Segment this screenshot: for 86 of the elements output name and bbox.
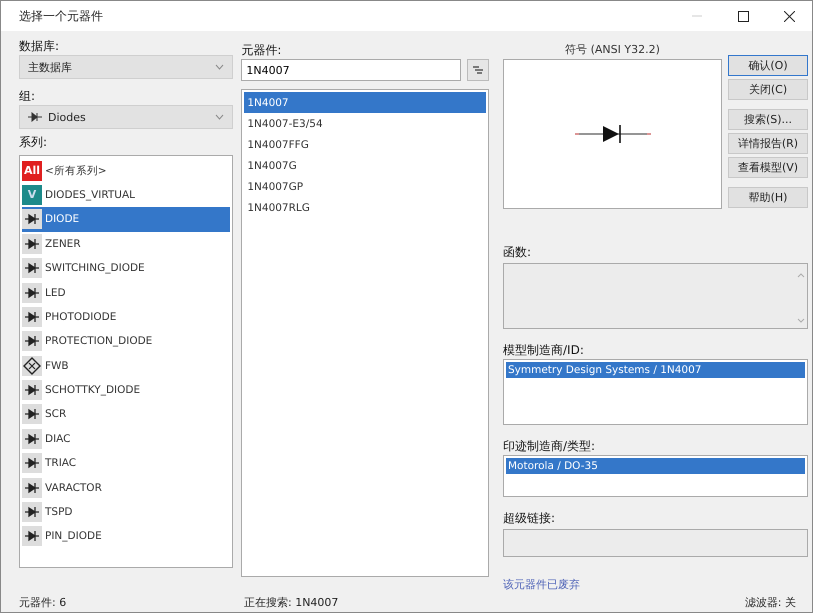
series-item[interactable]: SCR: [22, 402, 230, 427]
series-label: PIN_DIODE: [45, 530, 102, 542]
diode-icon: [22, 306, 42, 327]
series-label: ZENER: [45, 238, 81, 250]
series-item[interactable]: TSPD: [22, 500, 230, 524]
series-item[interactable]: DIODE: [22, 207, 230, 232]
component-item[interactable]: 1N4007GP: [244, 176, 486, 198]
series-item[interactable]: FWB: [22, 353, 230, 378]
series-label: TSPD: [45, 506, 72, 518]
series-label: PHOTODIODE: [45, 310, 116, 323]
database-dropdown[interactable]: 主数据库: [19, 55, 234, 80]
series-label: TRIAC: [45, 457, 76, 470]
dialog-button[interactable]: 详情报告(R): [728, 133, 808, 154]
group-dropdown[interactable]: Diodes: [19, 105, 234, 130]
component-search-field[interactable]: 1N4007: [241, 59, 461, 82]
obsolete-link[interactable]: 该元器件已废弃: [503, 577, 808, 592]
diode-icon: [22, 331, 42, 352]
filter-button[interactable]: [467, 59, 489, 82]
symbol-label: 符号 (ANSI Y32.2): [564, 42, 661, 58]
series-label: DIAC: [45, 432, 71, 445]
model-manufacturer-label: 模型制造商/ID:: [503, 342, 585, 360]
maximize-icon: [738, 10, 748, 22]
dialog-button[interactable]: 搜索(S)...: [728, 109, 808, 130]
model-manufacturer-item[interactable]: Symmetry Design Systems / 1N4007: [506, 362, 805, 378]
dialog-button[interactable]: 查看模型(V): [728, 157, 808, 178]
series-item[interactable]: V DIODES_VIRTUAL: [22, 182, 230, 208]
series-item[interactable]: SWITCHING_DIODE: [22, 256, 230, 280]
function-label: 函数:: [503, 244, 532, 262]
component-count: 元器件: 6: [19, 594, 68, 610]
series-item[interactable]: LED: [22, 280, 230, 305]
dialog-button[interactable]: 确认(O): [728, 55, 808, 76]
component-item[interactable]: 1N4007-E3/54: [244, 113, 486, 134]
dialog-button[interactable]: 帮助(H): [728, 187, 808, 208]
window-title: 选择一个元器件: [19, 8, 104, 25]
series-badge: All: [22, 160, 42, 181]
filter-icon: [472, 65, 484, 76]
series-item[interactable]: SCHOTTKY_DIODE: [22, 378, 230, 402]
series-label: SCR: [45, 408, 66, 420]
group-label: 组:: [19, 88, 36, 106]
series-label: DIODE: [45, 213, 80, 226]
database-label: 数据库:: [19, 38, 60, 56]
minimize-icon: [692, 15, 702, 18]
diode-icon: [22, 478, 42, 498]
series-item[interactable]: All <所有系列>: [22, 158, 230, 183]
dialog-button[interactable]: 关闭(C): [728, 79, 808, 100]
series-label: LED: [45, 286, 66, 298]
series-item[interactable]: TRIAC: [22, 451, 230, 476]
series-label: FWB: [45, 360, 69, 372]
bridge-rectifier-icon: [22, 356, 42, 376]
diode-icon: [22, 428, 42, 449]
series-badge: V: [22, 184, 42, 205]
diode-icon: [22, 526, 42, 546]
series-item[interactable]: ZENER: [22, 232, 230, 256]
series-label: SWITCHING_DIODE: [45, 262, 145, 274]
component-label: 元器件:: [241, 42, 282, 60]
diode-icon: [22, 380, 42, 400]
component-item[interactable]: 1N4007FFG: [244, 134, 486, 156]
component-item[interactable]: 1N4007RLG: [244, 197, 486, 218]
diode-icon: [28, 112, 42, 122]
series-label: PROTECTION_DIODE: [45, 335, 152, 348]
series-item[interactable]: PIN_DIODE: [22, 524, 230, 549]
series-item[interactable]: VARACTOR: [22, 475, 230, 500]
diode-icon: [22, 258, 42, 278]
series-label: 系列:: [19, 134, 48, 152]
diode-icon: [22, 502, 42, 522]
hyperlink-field[interactable]: [503, 529, 808, 558]
series-label: SCHOTTKY_DIODE: [45, 384, 140, 396]
hyperlink-label: 超级链接:: [503, 510, 556, 528]
footprint-manufacturer-item[interactable]: Motorola / DO-35: [506, 458, 805, 474]
diode-icon: [22, 453, 42, 474]
search-status: 正在搜索: 1N4007: [244, 594, 338, 610]
footprint-manufacturer-label: 印迹制造商/类型:: [503, 438, 596, 456]
series-item[interactable]: PROTECTION_DIODE: [22, 329, 230, 354]
component-item[interactable]: 1N4007: [244, 92, 486, 114]
series-label: <所有系列>: [45, 164, 107, 178]
component-item[interactable]: 1N4007G: [244, 155, 486, 176]
series-item[interactable]: DIAC: [22, 426, 230, 452]
diode-icon: [22, 282, 42, 302]
series-label: DIODES_VIRTUAL: [45, 188, 136, 201]
diode-icon: [22, 234, 42, 254]
diode-icon: [22, 209, 42, 230]
series-item[interactable]: PHOTODIODE: [22, 304, 230, 330]
series-label: VARACTOR: [45, 482, 102, 494]
close-icon: [784, 10, 794, 22]
diode-icon: [22, 404, 42, 424]
filter-status: 滤波器: 关: [744, 594, 796, 610]
